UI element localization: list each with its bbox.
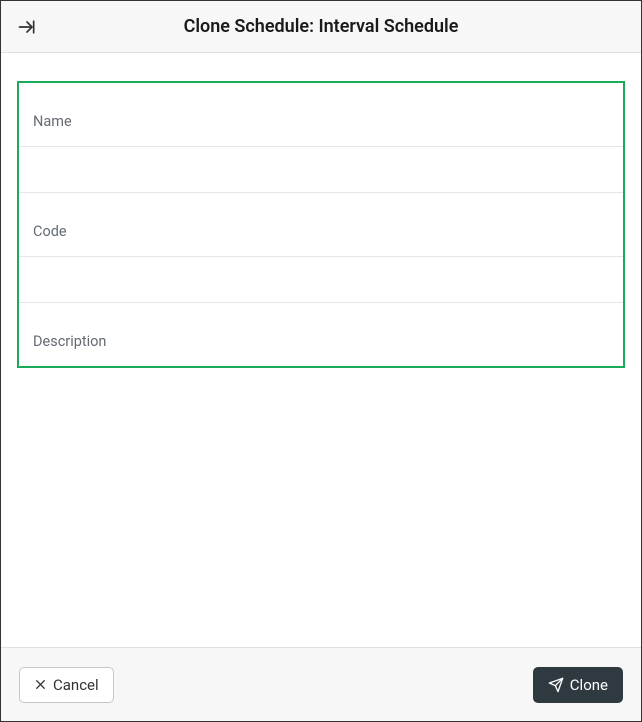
close-icon	[34, 678, 47, 691]
form-fields: Name Code Description	[17, 81, 625, 368]
description-label: Description	[19, 303, 623, 366]
code-label: Code	[19, 193, 623, 256]
clone-button-label: Clone	[570, 676, 608, 694]
cancel-button-label: Cancel	[53, 676, 99, 694]
clone-button[interactable]: Clone	[533, 667, 623, 703]
dialog-content: Name Code Description	[1, 53, 641, 647]
dialog-footer: Cancel Clone	[1, 647, 641, 721]
collapse-icon[interactable]	[15, 15, 39, 39]
paper-plane-icon	[548, 677, 564, 693]
description-field-container[interactable]: Description	[19, 303, 623, 366]
code-field-container[interactable]: Code	[19, 193, 623, 303]
dialog-title: Clone Schedule: Interval Schedule	[1, 16, 641, 37]
code-input-area[interactable]	[19, 257, 623, 303]
name-field-container[interactable]: Name	[19, 83, 623, 193]
name-input-area[interactable]	[19, 147, 623, 193]
name-label: Name	[19, 83, 623, 146]
dialog-header: Clone Schedule: Interval Schedule	[1, 1, 641, 53]
cancel-button[interactable]: Cancel	[19, 667, 114, 703]
